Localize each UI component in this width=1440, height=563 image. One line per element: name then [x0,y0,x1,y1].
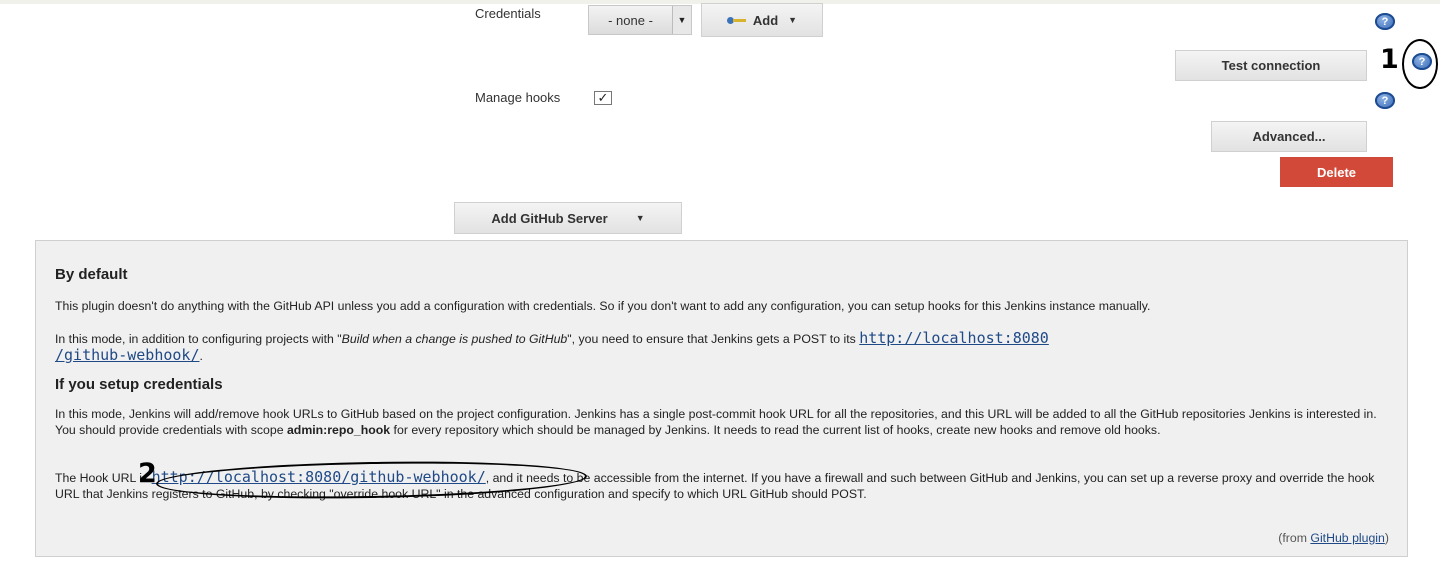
help-panel: By default This plugin doesn't do anythi… [35,240,1408,557]
heading-by-default: By default [55,266,128,283]
italic-text: Build when a change is pushed to GitHub [341,332,568,346]
chevron-down-icon[interactable]: ▼ [672,6,691,34]
help-icon[interactable]: ? [1375,13,1395,30]
default-paragraph-1: This plugin doesn't do anything with the… [55,299,1151,313]
manage-hooks-checkbox[interactable]: ✓ [594,91,612,105]
credentials-select-value: - none - [608,12,653,28]
key-icon [726,15,747,25]
text: (from [1278,531,1311,545]
credentials-select[interactable]: - none - ▼ [588,5,692,35]
test-connection-button[interactable]: Test connection [1175,50,1367,81]
help-icon[interactable]: ? [1375,92,1395,109]
annotation-circle [1402,39,1438,89]
caret-down-icon: ▼ [788,15,798,25]
from-plugin-note: (from GitHub plugin) [1278,531,1389,545]
text: for every repository which should be man… [390,423,1161,437]
text: . [199,349,203,363]
bold-scope: admin:repo_hook [286,423,391,437]
add-credentials-button[interactable]: Add ▼ [701,3,823,37]
webhook-link-part-1[interactable]: http://localhost:8080 [859,329,1049,347]
add-github-server-button[interactable]: Add GitHub Server ▼ [454,202,682,234]
default-paragraph-2: In this mode, in addition to configuring… [55,330,1385,364]
delete-button[interactable]: Delete [1280,157,1393,187]
credentials-label: Credentials [475,6,541,21]
text: In this mode, in addition to configuring… [55,332,342,346]
caret-down-icon: ▼ [635,213,645,223]
webhook-link-part-2[interactable]: /github-webhook/ [55,346,200,364]
text: ) [1384,531,1389,545]
credentials-paragraph-1: In this mode, Jenkins will add/remove ho… [55,406,1385,438]
github-plugin-link[interactable]: GitHub plugin [1310,531,1385,545]
annotation-marker-1: 1 [1380,44,1399,75]
add-button-label: Add [752,12,779,28]
annotation-marker-2: 2 [138,458,157,489]
manage-hooks-label: Manage hooks [475,90,561,105]
advanced-button[interactable]: Advanced... [1211,121,1367,152]
heading-setup-credentials: If you setup credentials [55,376,223,393]
text: ", you need to ensure that Jenkins gets … [567,332,860,346]
add-server-label: Add GitHub Server [491,210,608,226]
